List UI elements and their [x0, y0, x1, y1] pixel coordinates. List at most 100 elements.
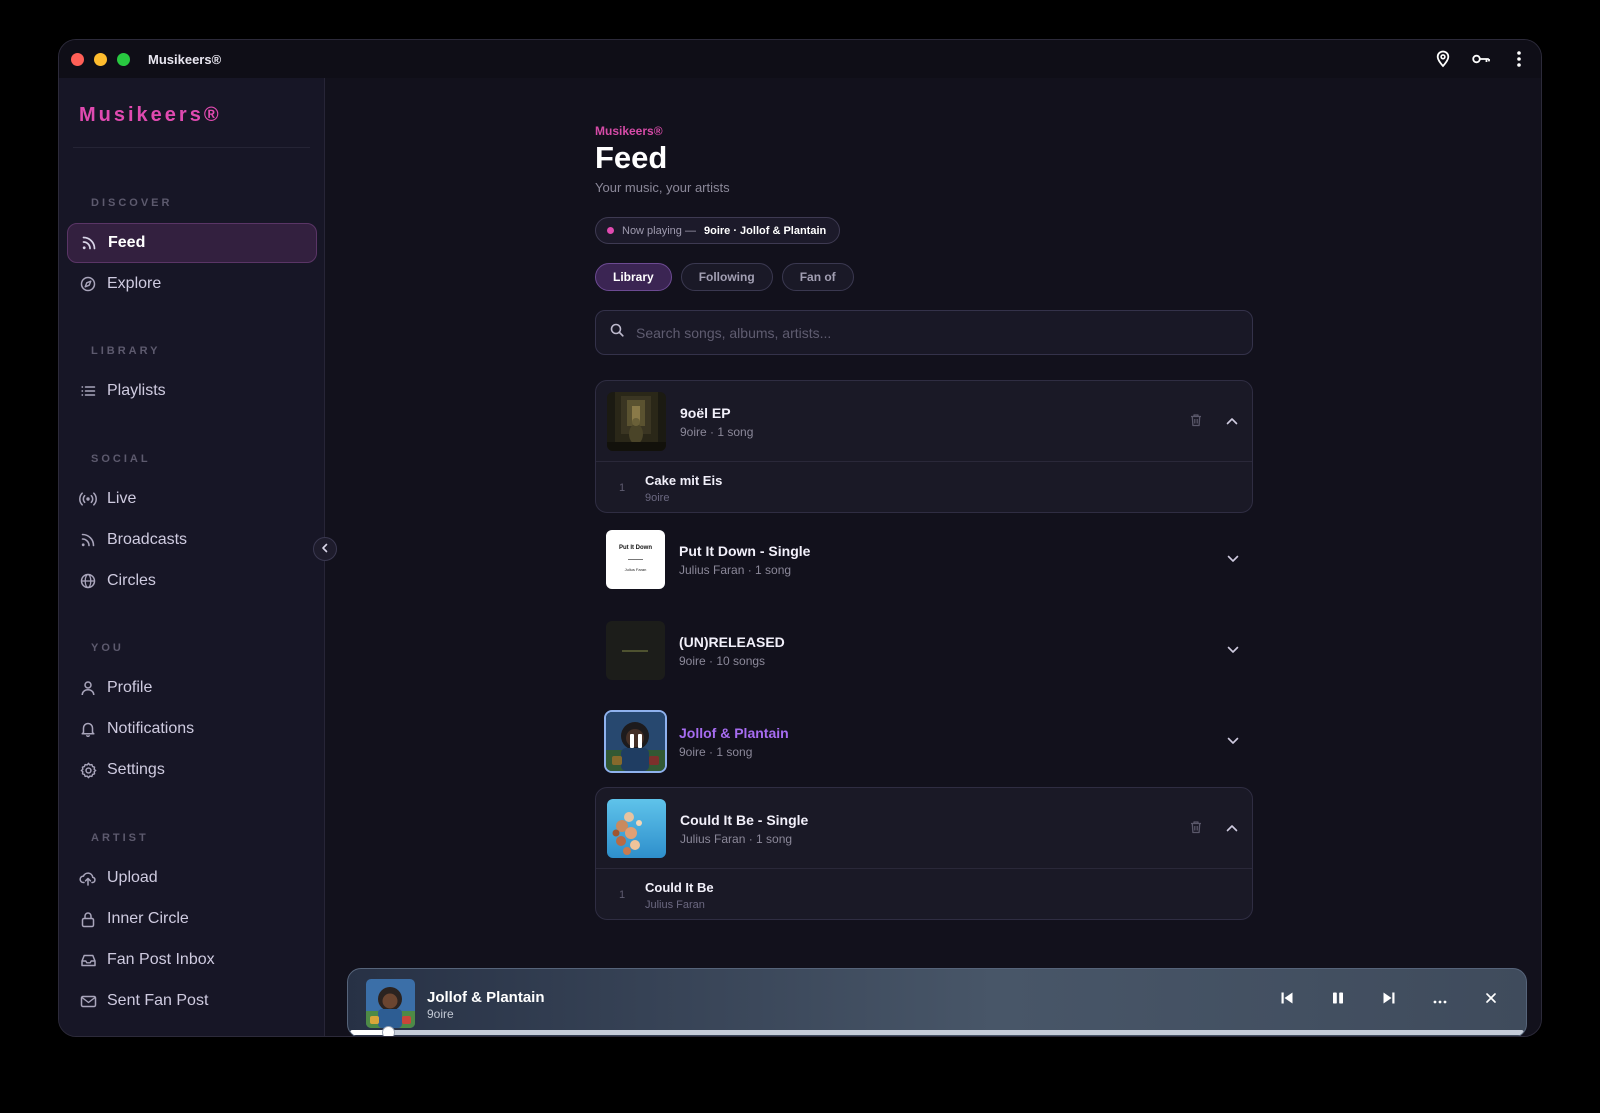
- pause-overlay-icon[interactable]: [628, 732, 644, 755]
- skip-previous-button[interactable]: [1272, 985, 1302, 1015]
- more-options-button[interactable]: [1425, 985, 1455, 1015]
- progress-thumb[interactable]: [381, 1026, 395, 1036]
- sidebar-item-playlists[interactable]: Playlists: [67, 371, 317, 411]
- sidebar-item-feed[interactable]: Feed: [67, 223, 317, 263]
- cover-mark: [622, 650, 648, 652]
- sidebar-item-notifications[interactable]: Notifications: [67, 709, 317, 749]
- pause-button[interactable]: [1323, 985, 1353, 1015]
- chevron-up-icon[interactable]: [1224, 413, 1240, 429]
- sidebar-item-profile[interactable]: Profile: [67, 668, 317, 708]
- rss-icon: [80, 234, 98, 252]
- sidebar-item-upload[interactable]: Upload: [67, 858, 317, 898]
- pause-icon: [1331, 991, 1345, 1010]
- tab-library[interactable]: Library: [595, 263, 672, 291]
- section-label-library: LIBRARY: [91, 345, 161, 357]
- sidebar-item-label: Circles: [107, 572, 156, 589]
- mail-icon: [79, 992, 97, 1010]
- sidebar-item-fan-post-inbox[interactable]: Fan Post Inbox: [67, 940, 317, 980]
- close-player-button[interactable]: [1476, 985, 1506, 1015]
- tab-following[interactable]: Following: [680, 263, 773, 291]
- trash-icon[interactable]: [1188, 819, 1204, 835]
- location-pin-icon[interactable]: [1429, 45, 1457, 73]
- rss-icon: [79, 531, 97, 549]
- divider: [73, 147, 310, 148]
- search-input[interactable]: [636, 324, 1216, 341]
- album-header[interactable]: 9oël EP 9oire · 1 song: [596, 381, 1252, 461]
- album-card: (UN)RELEASED 9oire · 10 songs: [595, 610, 1253, 690]
- minimize-window-button[interactable]: [94, 52, 107, 66]
- chevron-down-icon[interactable]: [1225, 733, 1241, 749]
- cover-title-text: Put It Down: [619, 545, 652, 551]
- album-header[interactable]: Jollof & Plantain 9oire · 1 song: [595, 701, 1253, 781]
- skip-previous-icon: [1280, 991, 1294, 1010]
- album-header[interactable]: Could It Be - Single Julius Faran · 1 so…: [596, 788, 1252, 868]
- gear-icon: [79, 761, 97, 779]
- cloud-upload-icon: [79, 869, 97, 887]
- now-playing-badge[interactable]: Now playing — 9oire · Jollof & Plantain: [595, 217, 841, 244]
- sidebar-item-settings[interactable]: Settings: [67, 750, 317, 790]
- collapse-sidebar-button[interactable]: [313, 537, 337, 561]
- now-playing-track: 9oire · Jollof & Plantain: [703, 224, 827, 237]
- album-card: Put It Down Julius Faran Put It Down - S…: [595, 519, 1253, 599]
- page-subtitle: Your music, your artists: [595, 180, 730, 195]
- album-title: (UN)RELEASED: [679, 634, 785, 650]
- key-icon[interactable]: [1467, 45, 1495, 73]
- sidebar-item-live[interactable]: Live: [67, 479, 317, 519]
- sidebar-item-label: Inner Circle: [107, 910, 189, 927]
- user-icon: [79, 679, 97, 697]
- close-icon: [1485, 991, 1497, 1009]
- album-card-playing: Jollof & Plantain 9oire · 1 song: [595, 701, 1253, 781]
- track-row[interactable]: 1 Cake mit Eis 9oire: [596, 461, 1252, 513]
- sidebar-item-label: Feed: [108, 234, 146, 251]
- sidebar: Musikeers® DISCOVER Feed Explore LIBRARY…: [59, 78, 325, 1036]
- sidebar-item-sent-fan-post[interactable]: Sent Fan Post: [67, 981, 317, 1021]
- trash-icon[interactable]: [1188, 412, 1204, 428]
- album-meta: 9oire · 1 song: [680, 425, 754, 439]
- player-album-art[interactable]: [366, 979, 415, 1028]
- cover-artist-text: Julius Faran: [624, 567, 647, 572]
- album-title: Jollof & Plantain: [679, 725, 789, 741]
- track-row[interactable]: 1 Could It Be Julius Faran: [596, 868, 1252, 920]
- chevron-down-icon[interactable]: [1225, 551, 1241, 567]
- chevron-up-icon[interactable]: [1224, 820, 1240, 836]
- sidebar-item-label: Upload: [107, 869, 158, 886]
- sidebar-item-label: Settings: [107, 761, 165, 778]
- maximize-window-button[interactable]: [117, 52, 130, 66]
- track-number: 1: [619, 889, 626, 901]
- progress-bar[interactable]: [350, 1026, 1524, 1036]
- close-window-button[interactable]: [71, 52, 84, 66]
- section-label-you: YOU: [91, 642, 124, 654]
- cover-divider: [628, 559, 643, 560]
- main-content: Musikeers® Feed Your music, your artists…: [325, 78, 1541, 1036]
- track-artist: Julius Faran: [645, 899, 705, 911]
- mini-player: Jollof & Plantain 9oire: [347, 968, 1527, 1036]
- bell-icon: [79, 720, 97, 738]
- track-number: 1: [619, 482, 626, 494]
- album-header[interactable]: (UN)RELEASED 9oire · 10 songs: [595, 610, 1253, 690]
- album-meta: Julius Faran · 1 song: [679, 563, 792, 577]
- album-header[interactable]: Put It Down Julius Faran Put It Down - S…: [595, 519, 1253, 599]
- more-vertical-icon[interactable]: [1505, 45, 1533, 73]
- tab-fan-of[interactable]: Fan of: [781, 263, 854, 291]
- chevron-down-icon[interactable]: [1225, 642, 1241, 658]
- album-cover: [607, 392, 666, 451]
- app-window: Musikeers® Musikeers® DISCOVER Feed Expl…: [58, 39, 1542, 1037]
- player-track-title: Jollof & Plantain: [427, 989, 545, 1006]
- sidebar-item-label: Profile: [107, 679, 153, 696]
- chevron-left-icon: [320, 540, 330, 558]
- sidebar-item-label: Sent Fan Post: [107, 992, 209, 1009]
- sidebar-item-label: Notifications: [107, 720, 195, 737]
- skip-next-icon: [1382, 991, 1396, 1010]
- section-label-social: SOCIAL: [91, 453, 151, 465]
- sidebar-item-broadcasts[interactable]: Broadcasts: [67, 520, 317, 560]
- album-meta: 9oire · 1 song: [679, 745, 753, 759]
- sidebar-item-inner-circle[interactable]: Inner Circle: [67, 899, 317, 939]
- brand-logo[interactable]: Musikeers®: [79, 104, 222, 127]
- lock-icon: [79, 910, 97, 928]
- album-card: Could It Be - Single Julius Faran · 1 so…: [595, 787, 1253, 920]
- album-title: Could It Be - Single: [680, 812, 809, 828]
- sidebar-item-explore[interactable]: Explore: [67, 264, 317, 304]
- search-icon: [610, 323, 624, 342]
- skip-next-button[interactable]: [1374, 985, 1404, 1015]
- sidebar-item-circles[interactable]: Circles: [67, 561, 317, 601]
